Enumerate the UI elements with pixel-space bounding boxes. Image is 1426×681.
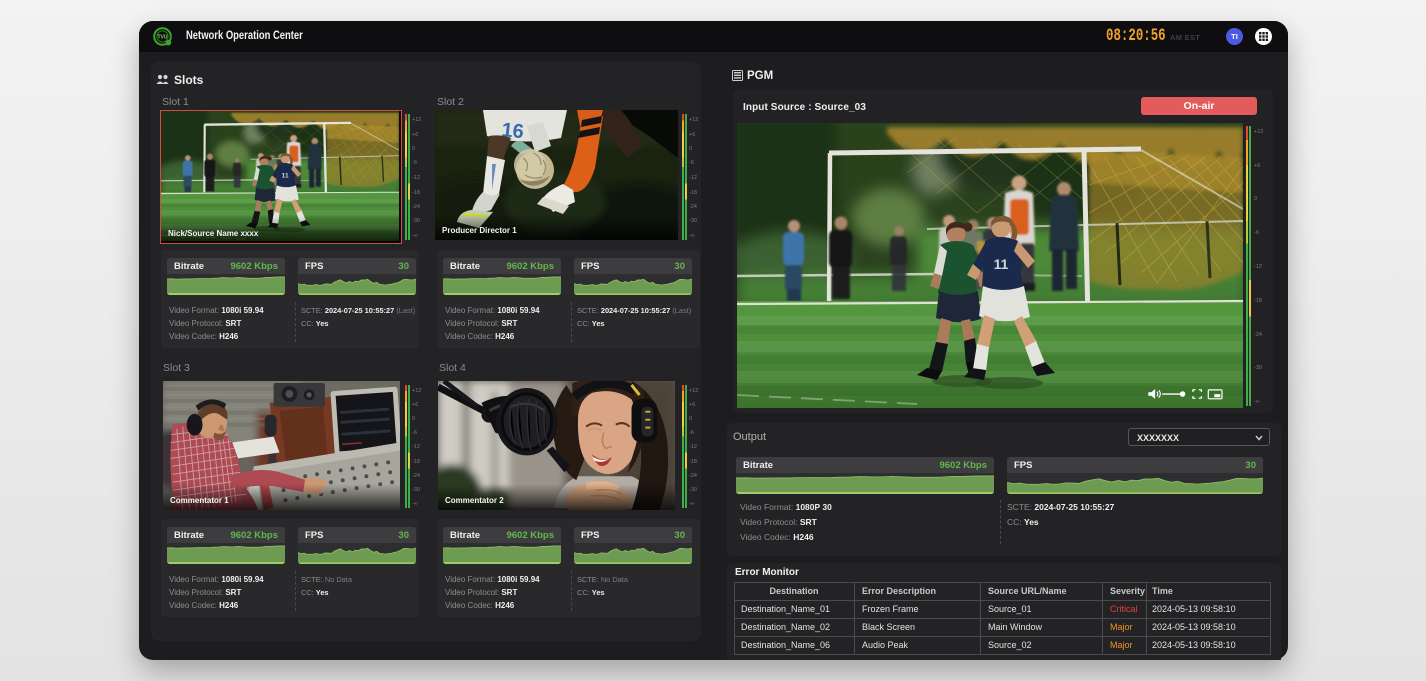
- svg-text:TVU: TVU: [158, 35, 168, 41]
